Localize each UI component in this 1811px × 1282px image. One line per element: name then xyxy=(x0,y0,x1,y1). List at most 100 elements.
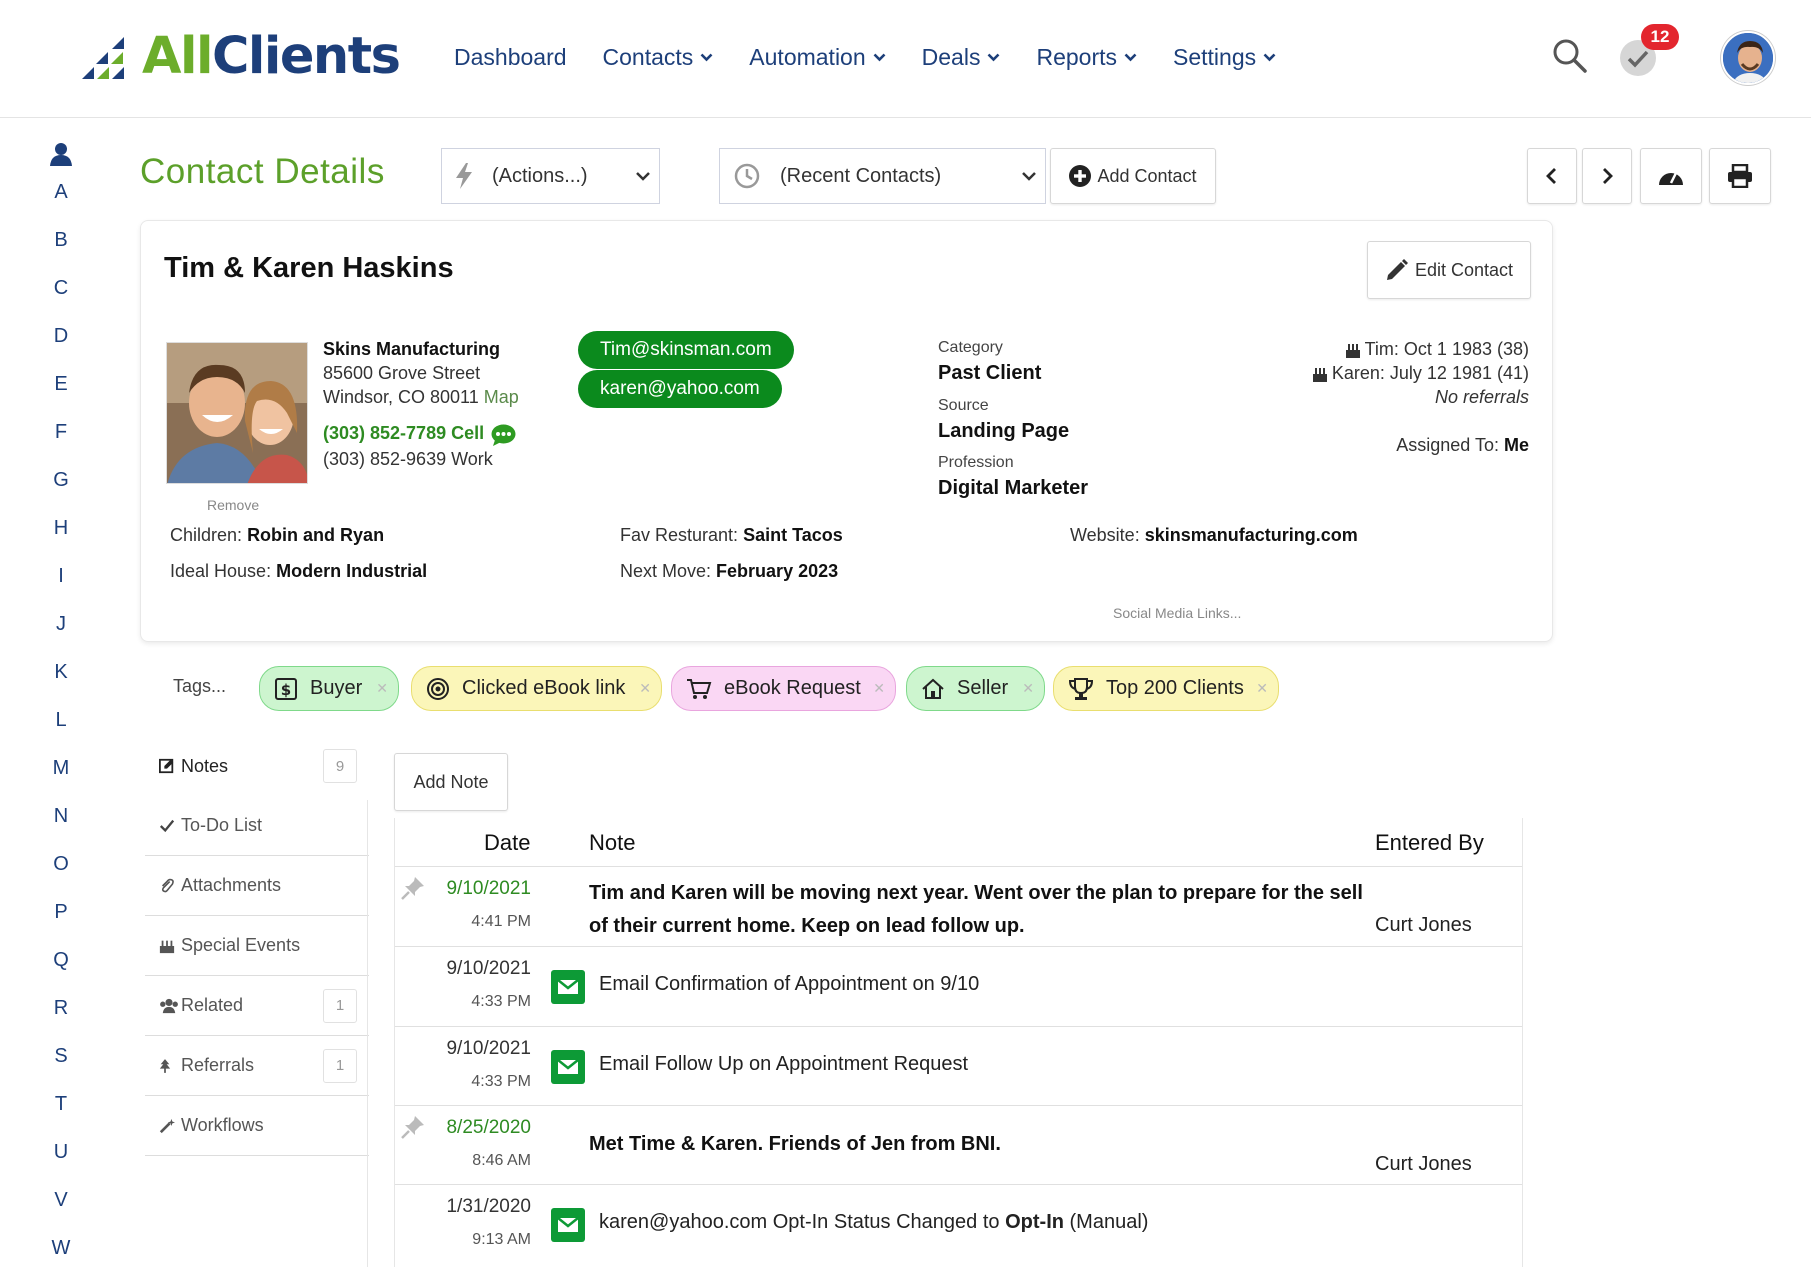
tag-buyer[interactable]: $ Buyer ✕ xyxy=(259,666,399,711)
add-note-button[interactable]: Add Note xyxy=(394,753,508,811)
alpha-filter-w[interactable]: W xyxy=(40,1234,82,1282)
note-column-header[interactable]: Note xyxy=(589,830,635,856)
top-navigation-bar: AllClients Dashboard Contacts Automation De… xyxy=(0,0,1811,118)
alpha-filter-b[interactable]: B xyxy=(40,226,82,274)
remove-tag-icon[interactable]: ✕ xyxy=(1022,680,1034,697)
notification-badge: 12 xyxy=(1641,24,1679,50)
alpha-filter-s[interactable]: S xyxy=(40,1042,82,1090)
sidebar-item-notes[interactable]: Notes 9 xyxy=(145,736,369,796)
alpha-filter-g[interactable]: G xyxy=(40,466,82,514)
sidebar-item-to-do-list[interactable]: To-Do List xyxy=(145,796,369,856)
nav-settings[interactable]: Settings xyxy=(1173,44,1276,71)
cell-phone-link[interactable]: (303) 852-7789 Cell xyxy=(323,423,484,444)
alpha-filter-m[interactable]: M xyxy=(40,754,82,802)
nav-reports[interactable]: Reports xyxy=(1036,44,1137,71)
alpha-filter-r[interactable]: R xyxy=(40,994,82,1042)
note-text: Met Time & Karen. Friends of Jen from BN… xyxy=(589,1133,1001,1155)
remove-photo-link[interactable]: Remove xyxy=(207,497,259,513)
alpha-filter-l[interactable]: L xyxy=(40,706,82,754)
dashboard-button[interactable] xyxy=(1640,148,1702,204)
edit-contact-button[interactable]: Edit Contact xyxy=(1367,241,1531,299)
tag-seller[interactable]: Seller ✕ xyxy=(906,666,1045,711)
alpha-filter-p[interactable]: P xyxy=(40,898,82,946)
print-button[interactable] xyxy=(1709,148,1771,204)
alpha-filter-h[interactable]: H xyxy=(40,514,82,562)
remove-tag-icon[interactable]: ✕ xyxy=(376,680,388,697)
nav-contacts[interactable]: Contacts xyxy=(603,44,714,71)
gauge-icon xyxy=(1659,172,1683,185)
nav-dashboard[interactable]: Dashboard xyxy=(454,44,567,71)
sidebar-item-workflows[interactable]: Workflows xyxy=(145,1096,369,1156)
recent-contacts-select[interactable]: (Recent Contacts) xyxy=(719,148,1046,204)
remove-tag-icon[interactable]: ✕ xyxy=(873,680,885,697)
sidebar-item-referrals[interactable]: Referrals 1 xyxy=(145,1036,369,1096)
tag-label: Seller xyxy=(957,677,1009,699)
alpha-filter-v[interactable]: V xyxy=(40,1186,82,1234)
nav-label: Automation xyxy=(749,44,866,70)
note-time: 4:33 PM xyxy=(471,1073,531,1090)
sidebar-item-special-events[interactable]: Special Events xyxy=(145,916,369,976)
alpha-filter-q[interactable]: Q xyxy=(40,946,82,994)
alpha-filter-n[interactable]: N xyxy=(40,802,82,850)
email-pill-tim[interactable]: Tim@skinsman.com xyxy=(578,331,794,369)
contact-photo[interactable] xyxy=(166,342,308,484)
nav-automation[interactable]: Automation xyxy=(749,44,886,71)
sidebar-item-attachments[interactable]: Attachments xyxy=(145,856,369,916)
tag-ebook-request[interactable]: eBook Request ✕ xyxy=(671,666,896,711)
alpha-filter-t[interactable]: T xyxy=(40,1090,82,1138)
nav-deals[interactable]: Deals xyxy=(922,44,1001,71)
all-contacts-person-icon[interactable] xyxy=(50,142,72,166)
user-avatar[interactable] xyxy=(1721,31,1775,85)
email-pill-karen[interactable]: karen@yahoo.com xyxy=(578,370,782,408)
allclients-logo[interactable]: AllClients xyxy=(82,26,401,86)
actions-select[interactable]: (Actions...) xyxy=(441,148,660,204)
alpha-filter-c[interactable]: C xyxy=(40,274,82,322)
alpha-filter-i[interactable]: I xyxy=(40,562,82,610)
tag-clicked-ebook-link[interactable]: Clicked eBook link ✕ xyxy=(411,666,662,711)
alpha-filter-k[interactable]: K xyxy=(40,658,82,706)
date-column-header[interactable]: Date xyxy=(484,830,530,856)
note-date: 9/10/2021 xyxy=(446,878,531,899)
tag-top-200-clients[interactable]: Top 200 Clients ✕ xyxy=(1053,666,1279,711)
page-title: Contact Details xyxy=(140,152,385,191)
alpha-filter-a[interactable]: A xyxy=(40,178,82,226)
alpha-filter-u[interactable]: U xyxy=(40,1138,82,1186)
note-time: 9:13 AM xyxy=(472,1231,531,1248)
previous-contact-button[interactable] xyxy=(1527,148,1577,204)
alpha-filter-j[interactable]: J xyxy=(40,610,82,658)
printer-icon xyxy=(1728,164,1752,188)
remove-tag-icon[interactable]: ✕ xyxy=(1256,680,1268,697)
entered-by-column-header[interactable]: Entered By xyxy=(1375,830,1484,856)
sidebar-item-label: Workflows xyxy=(181,1115,264,1135)
tree-icon xyxy=(159,1058,179,1074)
alpha-filter-e[interactable]: E xyxy=(40,370,82,418)
tags-label[interactable]: Tags... xyxy=(173,676,226,697)
company-name: Skins Manufacturing xyxy=(323,339,501,359)
next-contact-button[interactable] xyxy=(1582,148,1632,204)
category-value: Past Client xyxy=(938,362,1042,384)
alpha-filter-d[interactable]: D xyxy=(40,322,82,370)
note-time: 4:41 PM xyxy=(471,913,531,930)
sidebar-item-related[interactable]: Related 1 xyxy=(145,976,369,1036)
tag-label: eBook Request xyxy=(724,677,861,699)
email-envelope-icon xyxy=(551,1050,585,1084)
alpha-filter-o[interactable]: O xyxy=(40,850,82,898)
remove-tag-icon[interactable]: ✕ xyxy=(639,680,651,697)
social-media-links[interactable]: Social Media Links... xyxy=(1113,605,1241,621)
chevron-right-icon xyxy=(1603,168,1613,184)
svg-text:$: $ xyxy=(281,681,291,699)
sidebar-item-label: Related xyxy=(181,995,244,1015)
tag-label: Top 200 Clients xyxy=(1106,677,1244,699)
search-icon[interactable] xyxy=(1552,38,1588,74)
alpha-filter-f[interactable]: F xyxy=(40,418,82,466)
sms-chat-icon[interactable] xyxy=(491,424,516,446)
checkmark-icon xyxy=(159,818,179,834)
chevron-down-icon xyxy=(700,53,713,62)
add-contact-button[interactable]: Add Contact xyxy=(1050,148,1216,204)
users-icon xyxy=(159,998,179,1014)
chevron-down-icon xyxy=(873,53,886,62)
website-link[interactable]: skinsmanufacturing.com xyxy=(1145,525,1358,545)
profession-label: Profession xyxy=(938,454,1014,471)
map-link[interactable]: Map xyxy=(484,387,519,407)
sidebar-item-label: Attachments xyxy=(181,875,282,895)
